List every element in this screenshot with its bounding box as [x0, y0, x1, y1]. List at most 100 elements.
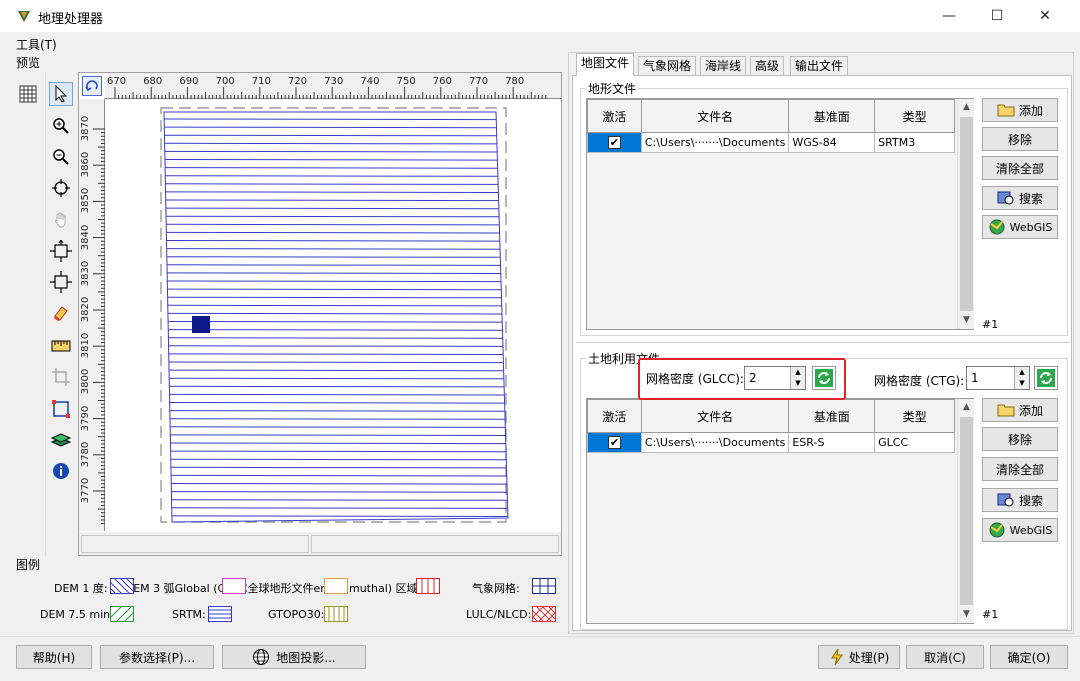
folder-icon [997, 404, 1015, 417]
landuse-table-area: 激活 文件名 基准面 类型 ✔ C:\Users\·······\Documen… [586, 398, 974, 624]
remove-landuse-button[interactable]: 移除 [982, 427, 1058, 451]
ok-button[interactable]: 确定(O) [990, 645, 1068, 669]
select-region-icon[interactable] [49, 397, 73, 421]
col-type[interactable]: 类型 [874, 399, 955, 433]
type-cell: GLCC [874, 432, 955, 453]
layers-icon[interactable] [49, 428, 73, 452]
global-terrain-symbol [324, 578, 348, 594]
met-grid-symbol [532, 578, 556, 594]
col-type[interactable]: 类型 [874, 99, 955, 133]
col-filename[interactable]: 文件名 [640, 99, 790, 133]
terrain-table: 激活 文件名 基准面 类型 ✔ C:\Users\·······\Documen… [587, 99, 955, 153]
tab-map-files[interactable]: 地图文件 [576, 53, 635, 76]
pan-hand-icon[interactable] [49, 208, 73, 232]
ruler-left-label: 3770 [80, 477, 92, 504]
ruler-top-label: 710 [251, 76, 271, 87]
title-bar: 地理处理器 — ☐ ✕ [0, 0, 1080, 32]
terrain-table-area: 激活 文件名 基准面 类型 ✔ C:\Users\·······\Documen… [586, 98, 974, 330]
clear-landuse-button[interactable]: 清除全部 [982, 457, 1058, 481]
maximize-button[interactable]: ☐ [974, 0, 1020, 32]
active-checkbox[interactable]: ✔ [587, 432, 642, 453]
filename-cell: C:\Users\·······\Documents [640, 132, 790, 153]
grid-icon[interactable] [16, 82, 40, 106]
ruler-top-label: 760 [432, 76, 452, 87]
zoom-in-icon[interactable] [49, 114, 73, 138]
col-filename[interactable]: 文件名 [640, 399, 790, 433]
ruler-icon[interactable] [49, 334, 73, 358]
ruler-left-label: 3840 [80, 224, 92, 250]
clear-terrain-button[interactable]: 清除全部 [982, 156, 1058, 180]
dem1-symbol [110, 578, 134, 594]
glcc-density-spinner[interactable]: 2 ▲ ▼ [744, 366, 806, 390]
ctg-density-spinner[interactable]: 1 ▲ ▼ [966, 366, 1030, 390]
help-button[interactable]: 帮助(H) [16, 645, 92, 669]
left-ruler: 3870 3860 3850 3840 3830 3820 3810 3800 3790 3780… [79, 99, 105, 531]
window-title: 地理处理器 [38, 12, 104, 27]
webgis-landuse-button[interactable]: WebGIS [982, 518, 1058, 542]
eraser-icon[interactable] [49, 301, 73, 325]
map-projection-button[interactable]: 地图投影... [222, 645, 366, 669]
lightning-icon [830, 648, 843, 666]
dem75-symbol [110, 606, 134, 622]
ruler-left-label: 3860 [80, 151, 92, 178]
fit-extent-icon[interactable] [49, 239, 73, 263]
tab-output-files[interactable]: 输出文件 [790, 56, 849, 76]
top-ruler: 670 680 690 700 710 720 730 740 750 760 770 780 [105, 73, 561, 99]
search-landuse-button[interactable]: 搜索 [982, 488, 1058, 512]
ctg-refresh-icon[interactable] [1034, 366, 1058, 390]
glcc-density-value[interactable]: 2 [749, 371, 757, 385]
active-checkbox[interactable]: ✔ [587, 132, 642, 153]
rotate-view-icon[interactable] [82, 76, 102, 96]
datum-cell: WGS-84 [788, 132, 876, 153]
legend-srtm-label: SRTM: [172, 608, 206, 621]
table-row[interactable]: ✔ C:\Users\·······\Documents WGS-84 SRTM… [587, 132, 955, 153]
ctg-density-value[interactable]: 1 [971, 371, 979, 385]
ruler-left-label: 3830 [80, 260, 92, 287]
ruler-left-label: 3780 [80, 441, 92, 468]
center-icon[interactable] [49, 176, 73, 200]
landuse-scrollbar[interactable]: ▲ ▼ [957, 399, 974, 623]
left-tool-strip [14, 72, 46, 556]
map-canvas[interactable] [106, 100, 561, 532]
terrain-scrollbar[interactable]: ▲ ▼ [957, 99, 974, 329]
tab-coastline[interactable]: 海岸线 [700, 56, 747, 76]
map-tool-column [46, 72, 76, 556]
legend-panel: DEM 1 度: LUDEM 3 弧Global (GLCC全球地形文件ert … [14, 572, 562, 632]
folder-icon [997, 104, 1015, 117]
close-button[interactable]: ✕ [1022, 0, 1068, 32]
menu-tools[interactable]: 工具(T) [16, 36, 57, 53]
gtopo30-symbol [324, 606, 348, 622]
cancel-button[interactable]: 取消(C) [906, 645, 984, 669]
table-row[interactable]: ✔ C:\Users\·······\Documents ESR-S GLCC [587, 432, 955, 453]
search-terrain-button[interactable]: 搜索 [982, 186, 1058, 210]
tab-advanced[interactable]: 高级 [750, 56, 785, 76]
ruler-left-label: 3850 [80, 188, 92, 214]
ruler-top-label: 700 [215, 76, 235, 87]
srtm-symbol [208, 606, 232, 622]
zoom-out-icon[interactable] [49, 145, 73, 169]
add-landuse-button[interactable]: 添加 [982, 398, 1058, 422]
webgis-terrain-button[interactable]: WebGIS [982, 215, 1058, 239]
remove-terrain-button[interactable]: 移除 [982, 127, 1058, 151]
col-datum[interactable]: 基准面 [788, 99, 876, 133]
col-active[interactable]: 激活 [587, 99, 642, 133]
col-datum[interactable]: 基准面 [788, 399, 876, 433]
col-active[interactable]: 激活 [587, 399, 642, 433]
minimize-button[interactable]: — [926, 0, 972, 32]
landuse-table: 激活 文件名 基准面 类型 ✔ C:\Users\·······\Documen… [587, 399, 955, 453]
parameters-button[interactable]: 参数选择(P)... [100, 645, 214, 669]
tab-met-grid[interactable]: 气象网格 [638, 56, 697, 76]
legend-dem75-label: DEM 7.5 min: [40, 608, 114, 621]
ruler-top-label: 750 [396, 76, 416, 87]
crop-icon[interactable] [49, 365, 73, 389]
fit-selection-icon[interactable] [49, 270, 73, 294]
map-status-bar [79, 532, 561, 555]
map-preview[interactable]: 670 680 690 700 710 720 730 740 750 760 770 780 387… [78, 72, 562, 556]
glcc-refresh-icon[interactable] [812, 366, 836, 390]
filename-cell: C:\Users\·······\Documents [640, 432, 790, 453]
legend-lulc-label: LULC/NLCD: [466, 608, 532, 621]
select-arrow-icon[interactable] [49, 82, 73, 106]
info-icon[interactable] [49, 459, 73, 483]
process-button[interactable]: 处理(P) [818, 645, 900, 669]
add-terrain-button[interactable]: 添加 [982, 98, 1058, 122]
